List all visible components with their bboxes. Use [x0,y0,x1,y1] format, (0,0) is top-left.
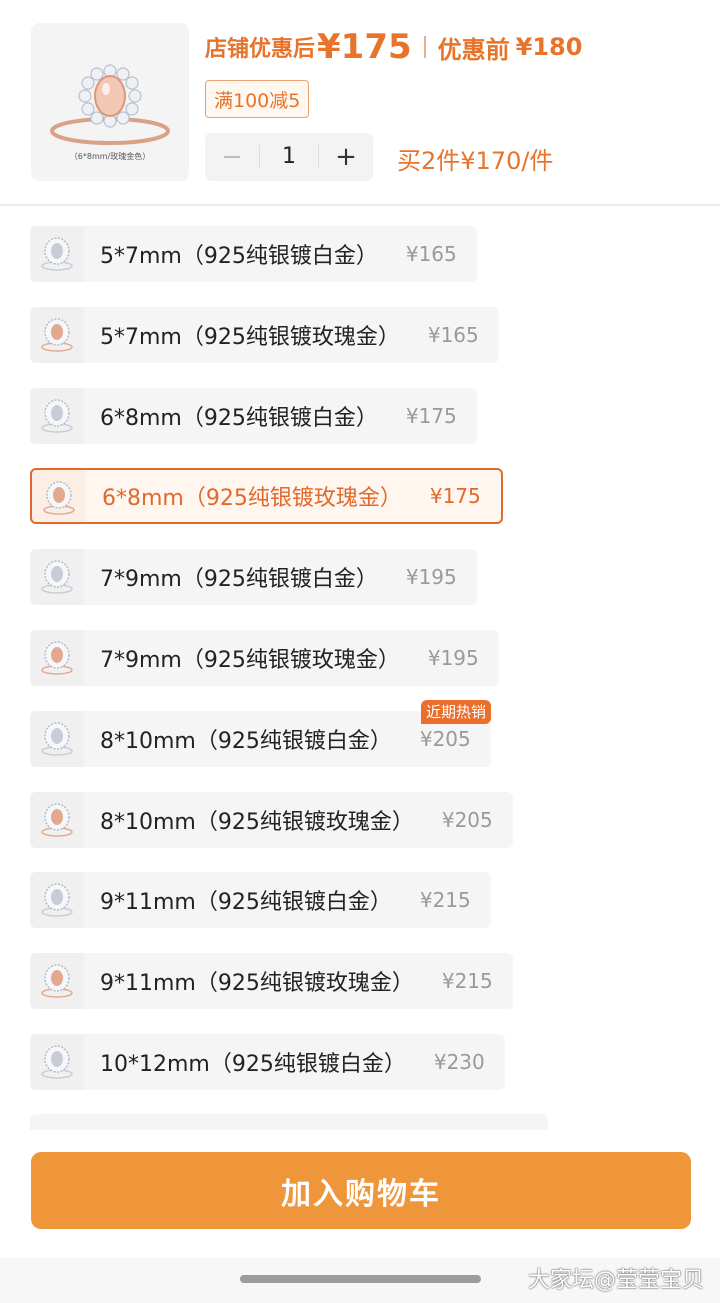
option-price: ¥165 [405,242,457,266]
option-name: 6*8mm（925纯银镀白金） [100,406,378,431]
option-thumbnail-icon [30,1034,84,1090]
watermark: 大家坛@莹莹宝贝 [527,1268,704,1293]
discount-price: ¥175 [317,27,412,67]
option-price: ¥175 [405,404,457,428]
option-price: ¥215 [419,888,471,912]
option-name: 7*9mm（925纯银镀白金） [100,567,378,592]
option-thumbnail-icon [30,388,84,444]
add-to-cart-button[interactable]: 加入购物车 [31,1152,691,1229]
option-item-selected[interactable]: 6*8mm（925纯银镀玫瑰金） ¥175 [30,468,503,524]
quantity-value[interactable]: 1 [259,145,319,169]
option-item[interactable]: 9*11mm（925纯银镀玫瑰金） ¥215 [30,953,513,1009]
ring-thumbnail-icon [41,318,73,352]
option-name: 8*10mm（925纯银镀白金） [100,729,392,754]
original-label: 优惠前 [437,35,510,64]
option-thumbnail-icon [30,307,84,363]
option-thumbnail-icon [30,953,84,1009]
option-item-partial[interactable] [30,1114,548,1130]
option-price: ¥195 [405,565,457,589]
option-thumbnail-icon [32,470,86,522]
ring-thumbnail-icon [41,964,73,998]
option-name: 10*12mm（925纯银镀白金） [100,1052,406,1077]
option-item[interactable]: 10*12mm（925纯银镀白金） ¥230 [30,1034,505,1090]
option-price: ¥215 [441,969,493,993]
product-thumbnail[interactable]: （6*8mm/玫瑰金色） [31,23,189,181]
option-thumbnail-icon [30,226,84,282]
decrease-button[interactable]: − [205,133,259,181]
ring-thumbnail-icon [41,399,73,433]
option-item[interactable]: 6*8mm（925纯银镀白金） ¥175 [30,388,477,444]
option-name: 7*9mm（925纯银镀玫瑰金） [100,648,400,673]
quantity-stepper: − 1 + [205,133,373,181]
option-price: ¥205 [441,808,493,832]
price-divider [423,36,426,58]
option-price: ¥205 [419,727,471,751]
ring-thumbnail-icon [41,1045,73,1079]
ring-thumbnail-icon [43,481,75,515]
home-indicator[interactable] [240,1275,481,1283]
option-name: 5*7mm（925纯银镀玫瑰金） [100,325,400,350]
thumbnail-caption: （6*8mm/玫瑰金色） [69,152,151,161]
option-thumbnail-icon [30,872,84,928]
option-thumbnail-icon [30,630,84,686]
option-item[interactable]: 5*7mm（925纯银镀白金） ¥165 [30,226,477,282]
bulk-offer: 买2件¥170/件 [397,147,554,175]
option-item[interactable]: 7*9mm（925纯银镀玫瑰金） ¥195 [30,630,499,686]
ring-image-icon [50,64,170,145]
discount-label: 店铺优惠后 [205,37,316,62]
option-thumbnail-icon [30,792,84,848]
option-item[interactable]: 9*11mm（925纯银镀白金） ¥215 [30,872,491,928]
option-thumbnail-icon [30,549,84,605]
option-name: 9*11mm（925纯银镀玫瑰金） [100,971,414,996]
option-name: 5*7mm（925纯银镀白金） [100,244,378,269]
ring-thumbnail-icon [41,560,73,594]
coupon-badge: 满100减5 [205,80,310,118]
option-item[interactable]: 5*7mm（925纯银镀玫瑰金） ¥165 [30,307,499,363]
ring-thumbnail-icon [41,803,73,837]
option-price: ¥165 [427,323,479,347]
option-name: 8*10mm（925纯银镀玫瑰金） [100,810,414,835]
option-thumbnail-icon [30,711,84,767]
option-name: 6*8mm（925纯银镀玫瑰金） [102,486,402,511]
option-list: 5*7mm（925纯银镀白金） ¥165 5*7mm（925纯银镀玫瑰金） ¥1… [0,208,720,1130]
product-summary: （6*8mm/玫瑰金色） 店铺优惠后 ¥175 优惠前 ¥180 满100减5 … [0,0,720,206]
option-price: ¥175 [429,484,481,508]
option-name: 9*11mm（925纯银镀白金） [100,890,392,915]
option-price: ¥195 [427,646,479,670]
increase-button[interactable]: + [319,133,373,181]
hot-sale-badge: 近期热销 [421,700,492,724]
ring-thumbnail-icon [41,883,73,917]
ring-thumbnail-icon [41,641,73,675]
price-line: 店铺优惠后 ¥175 优惠前 ¥180 [205,27,582,67]
ring-thumbnail-icon [41,237,73,271]
option-price: ¥230 [433,1050,485,1074]
ring-thumbnail-icon [41,722,73,756]
option-item[interactable]: 8*10mm（925纯银镀玫瑰金） ¥205 [30,792,513,848]
option-item[interactable]: 7*9mm（925纯银镀白金） ¥195 [30,549,477,605]
original-price: ¥180 [515,33,583,61]
